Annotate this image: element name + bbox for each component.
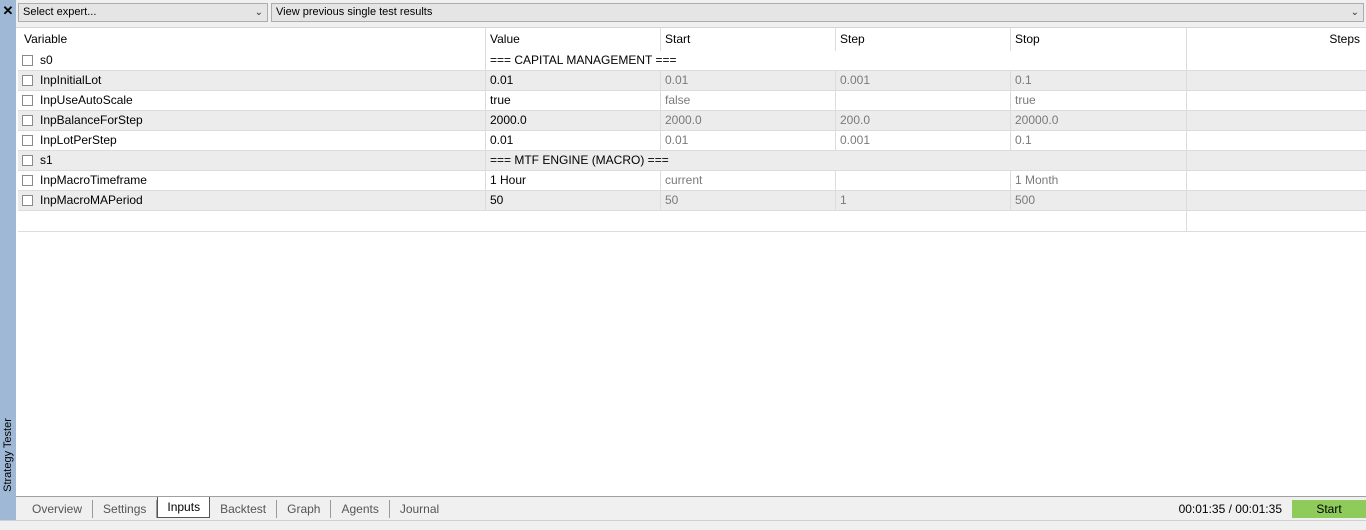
- variable-name: InpInitialLot: [40, 73, 102, 87]
- checkbox[interactable]: [22, 55, 33, 66]
- table-cell-step[interactable]: 200.0: [835, 111, 1010, 130]
- table-cell-steps: [1186, 71, 1366, 90]
- tab-graph[interactable]: Graph: [277, 500, 332, 518]
- table-body: s0 === CAPITAL MANAGEMENT === InpInitialLo…: [18, 51, 1366, 211]
- table-cell-stop[interactable]: 1 Month: [1010, 171, 1186, 190]
- table-row-group[interactable]: s1 === MTF ENGINE (MACRO) ===: [18, 151, 1366, 171]
- strategy-tester-sidebar: ✕ Strategy Tester: [0, 0, 16, 529]
- column-header-stop[interactable]: Stop: [1010, 27, 1186, 51]
- group-title: === MTF ENGINE (MACRO) ===: [485, 151, 1186, 170]
- table-row[interactable]: InpMacroTimeframe 1 Hour current 1 Month: [18, 171, 1366, 191]
- column-header-variable[interactable]: Variable: [18, 27, 485, 51]
- strategy-tester-label: Strategy Tester: [2, 418, 14, 492]
- table-row[interactable]: InpMacroMAPeriod 50 50 1 500: [18, 191, 1366, 211]
- table-cell-steps: [1186, 51, 1366, 70]
- column-header-step[interactable]: Step: [835, 27, 1010, 51]
- tab-strip: Overview Settings Inputs Backtest Graph Agent…: [22, 497, 449, 520]
- column-header-steps[interactable]: Steps: [1186, 27, 1366, 51]
- table-cell-stop[interactable]: true: [1010, 91, 1186, 110]
- table-cell-value[interactable]: 2000.0: [485, 111, 660, 130]
- variable-name: InpMacroMAPeriod: [40, 193, 143, 207]
- elapsed-timer: 00:01:35 / 00:01:35: [1178, 502, 1282, 516]
- results-select[interactable]: View previous single test results ⌄: [271, 3, 1364, 22]
- table-cell-value[interactable]: 0.01: [485, 131, 660, 150]
- checkbox[interactable]: [22, 75, 33, 86]
- table-cell-start[interactable]: 50: [660, 191, 835, 210]
- table-row[interactable]: InpInitialLot 0.01 0.01 0.001 0.1: [18, 71, 1366, 91]
- table-cell-variable: InpUseAutoScale: [18, 91, 485, 110]
- table-cell-steps: [1186, 131, 1366, 150]
- table-cell-variable: InpLotPerStep: [18, 131, 485, 150]
- table-cell-step[interactable]: 0.001: [835, 71, 1010, 90]
- table-cell-steps: [1186, 191, 1366, 210]
- column-header-start[interactable]: Start: [660, 27, 835, 51]
- table-cell-stop[interactable]: 0.1: [1010, 131, 1186, 150]
- table-cell-variable: InpInitialLot: [18, 71, 485, 90]
- checkbox[interactable]: [22, 155, 33, 166]
- table-cell-variable: InpMacroTimeframe: [18, 171, 485, 190]
- table-cell-value[interactable]: 1 Hour: [485, 171, 660, 190]
- table-cell-variable: InpMacroMAPeriod: [18, 191, 485, 210]
- checkbox[interactable]: [22, 195, 33, 206]
- close-icon[interactable]: ✕: [0, 4, 16, 18]
- table-cell-start[interactable]: false: [660, 91, 835, 110]
- results-select-label: View previous single test results: [276, 6, 433, 18]
- toolbar: Select expert... ⌄ View previous single …: [16, 0, 1366, 28]
- table-row[interactable]: InpUseAutoScale true false true: [18, 91, 1366, 111]
- expert-select[interactable]: Select expert... ⌄: [18, 3, 268, 22]
- variable-name: InpLotPerStep: [40, 133, 117, 147]
- tab-settings[interactable]: Settings: [93, 500, 158, 518]
- column-header-value[interactable]: Value: [485, 27, 660, 51]
- table-cell-step[interactable]: 1: [835, 191, 1010, 210]
- inputs-table: Variable Value Start Step Stop Steps s0 =…: [18, 27, 1366, 232]
- table-cell-start[interactable]: current: [660, 171, 835, 190]
- bottom-bar: Overview Settings Inputs Backtest Graph Agent…: [16, 496, 1366, 521]
- tab-backtest[interactable]: Backtest: [210, 500, 278, 518]
- checkbox[interactable]: [22, 115, 33, 126]
- chevron-down-icon: ⌄: [254, 7, 263, 18]
- table-cell-value[interactable]: 0.01: [485, 71, 660, 90]
- tab-agents[interactable]: Agents: [331, 500, 390, 518]
- table-cell-variable: InpBalanceForStep: [18, 111, 485, 130]
- group-title: === CAPITAL MANAGEMENT ===: [485, 51, 1186, 70]
- table-header: Variable Value Start Step Stop Steps: [18, 27, 1366, 51]
- expert-select-label: Select expert...: [23, 6, 97, 18]
- table-cell-variable: s0: [18, 51, 485, 70]
- table-cell-stop[interactable]: 500: [1010, 191, 1186, 210]
- table-row-group[interactable]: s0 === CAPITAL MANAGEMENT ===: [18, 51, 1366, 71]
- table-row[interactable]: InpLotPerStep 0.01 0.01 0.001 0.1: [18, 131, 1366, 151]
- table-cell-start[interactable]: 0.01: [660, 71, 835, 90]
- table-cell-step[interactable]: [835, 91, 1010, 110]
- table-cell-stop[interactable]: 0.1: [1010, 71, 1186, 90]
- table-cell-steps: [1186, 151, 1366, 170]
- table-cell-step[interactable]: [835, 171, 1010, 190]
- tab-inputs[interactable]: Inputs: [157, 497, 211, 518]
- table-row[interactable]: InpBalanceForStep 2000.0 2000.0 200.0 20000.…: [18, 111, 1366, 131]
- table-cell-variable: s1: [18, 151, 485, 170]
- table-cell-value[interactable]: true: [485, 91, 660, 110]
- chevron-down-icon: ⌄: [1350, 7, 1359, 18]
- tab-journal[interactable]: Journal: [390, 500, 449, 518]
- table-cell-start[interactable]: 0.01: [660, 131, 835, 150]
- tab-overview[interactable]: Overview: [22, 500, 94, 518]
- table-cell-steps: [1186, 91, 1366, 110]
- checkbox[interactable]: [22, 135, 33, 146]
- table-cell-stop[interactable]: 20000.0: [1010, 111, 1186, 130]
- variable-name: InpUseAutoScale: [40, 93, 133, 107]
- table-cell-step[interactable]: 0.001: [835, 131, 1010, 150]
- start-button[interactable]: Start: [1292, 500, 1366, 518]
- table-cell-steps: [1186, 211, 1366, 231]
- table-cell-start[interactable]: 2000.0: [660, 111, 835, 130]
- table-cell-steps: [1186, 171, 1366, 190]
- table-cell-steps: [1186, 111, 1366, 130]
- variable-name: InpBalanceForStep: [40, 113, 143, 127]
- variable-name: InpMacroTimeframe: [40, 173, 147, 187]
- strategy-tester-label-wrap: Strategy Tester: [0, 397, 16, 517]
- checkbox[interactable]: [22, 175, 33, 186]
- checkbox[interactable]: [22, 95, 33, 106]
- table-cell-value[interactable]: 50: [485, 191, 660, 210]
- table-row-empty: [18, 211, 1366, 232]
